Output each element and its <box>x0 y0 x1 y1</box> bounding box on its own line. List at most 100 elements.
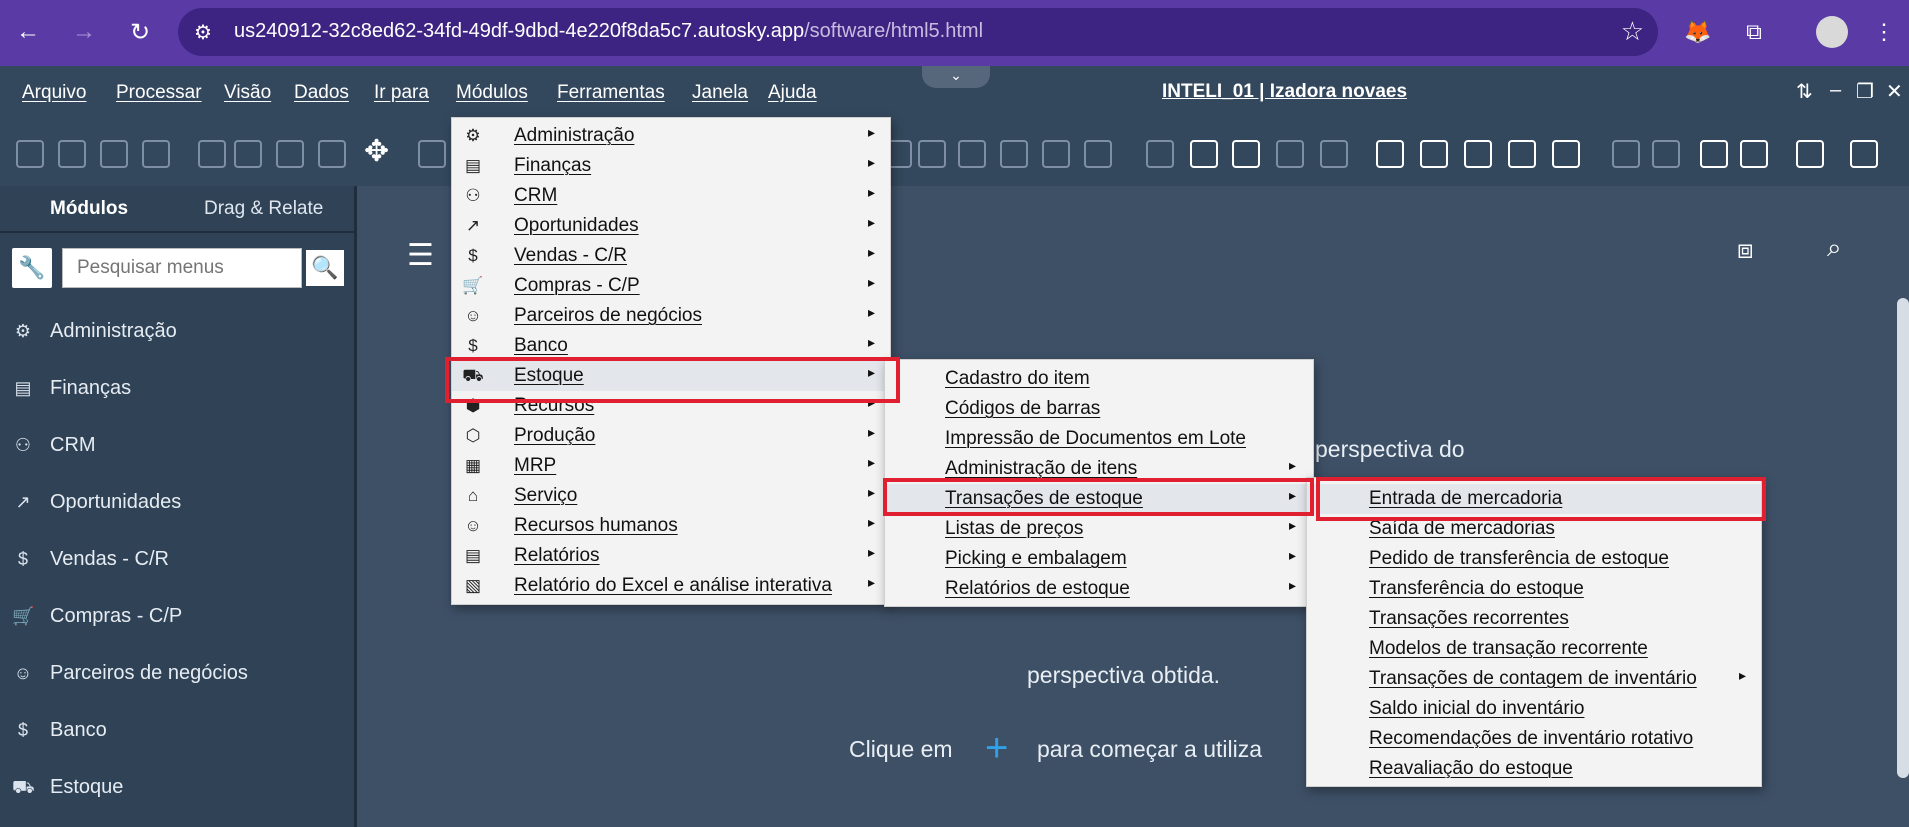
toolbar-globe-icon[interactable] <box>1796 140 1824 168</box>
menu-item-parceiros[interactable]: ☺ Parceiros de negócios ▸ <box>452 301 890 331</box>
menu-item-producao[interactable]: ⬡ Produção ▸ <box>452 421 890 451</box>
nav-item-administracao[interactable]: ⚙ Administração <box>0 308 357 358</box>
address-bar[interactable]: ⚙ us240912-32c8ed62-34fd-49df-9dbd-4e220… <box>178 8 1658 56</box>
site-info-icon[interactable]: ⚙ <box>194 20 212 45</box>
move-arrows-icon[interactable]: ✥ <box>364 134 389 169</box>
collapse-grip-icon[interactable]: ⌄ <box>922 66 990 88</box>
menu-item-recomendacoes-rotativo[interactable]: Recomendações de inventário rotativo <box>1307 724 1761 754</box>
toolbar-grid-icon[interactable] <box>1652 140 1680 168</box>
nav-item-estoque[interactable]: ⛟ Estoque <box>0 764 357 814</box>
menu-item-relatorios[interactable]: ▤ Relatórios ▸ <box>452 541 890 571</box>
menu-item-saldo-inicial[interactable]: Saldo inicial do inventário <box>1307 694 1761 724</box>
search-menus-input[interactable] <box>62 248 302 288</box>
browser-menu-icon[interactable]: ⋮ <box>1866 14 1902 50</box>
menu-ferramentas[interactable]: Ferramentas <box>557 82 665 104</box>
toolbar-calculator-icon[interactable] <box>1464 140 1492 168</box>
menu-item-oportunidades[interactable]: ↗ Oportunidades ▸ <box>452 211 890 241</box>
menu-item-reavaliacao[interactable]: Reavaliação do estoque <box>1307 754 1761 784</box>
toolbar-dollar-icon[interactable] <box>958 140 986 168</box>
profile-avatar[interactable] <box>1816 16 1848 48</box>
menu-item-administracao[interactable]: ⚙ Administração ▸ <box>452 121 890 151</box>
toolbar-pdf-icon[interactable] <box>318 140 346 168</box>
toolbar-chart-icon[interactable] <box>1700 140 1728 168</box>
scrollbar[interactable] <box>1897 298 1909 778</box>
menu-janela[interactable]: Janela <box>692 82 748 104</box>
toolbar-invoice-icon[interactable] <box>1042 140 1070 168</box>
menu-ir-para[interactable]: Ir para <box>374 82 429 104</box>
menu-item-transferencia-estoque[interactable]: Transferência do estoque <box>1307 574 1761 604</box>
toolbar-reply-icon[interactable] <box>1320 140 1348 168</box>
hamburger-menu-icon[interactable]: ☰ <box>407 238 434 273</box>
menu-item-vendas[interactable]: $ Vendas - C/R ▸ <box>452 241 890 271</box>
toolbar-refresh-icon[interactable] <box>1612 140 1640 168</box>
reload-icon[interactable]: ↻ <box>122 14 158 50</box>
menu-item-servico[interactable]: ⌂ Serviço ▸ <box>452 481 890 511</box>
extensions-puzzle-icon[interactable]: ⧉ <box>1736 14 1772 50</box>
menu-item-modelos-transacao[interactable]: Modelos de transação recorrente <box>1307 634 1761 664</box>
toolbar-user-icon[interactable] <box>1552 140 1580 168</box>
menu-item-pedido-transferencia[interactable]: Pedido de transferência de estoque <box>1307 544 1761 574</box>
menu-item-cadastro-item[interactable]: Cadastro do item <box>885 364 1313 394</box>
menu-item-picking[interactable]: Picking e embalagem ▸ <box>885 544 1313 574</box>
menu-item-financas[interactable]: ▤ Finanças ▸ <box>452 151 890 181</box>
nav-item-financas[interactable]: ▤ Finanças <box>0 365 357 415</box>
menu-item-crm[interactable]: ⚇ CRM ▸ <box>452 181 890 211</box>
menu-modulos[interactable]: Módulos <box>456 82 528 104</box>
menu-item-rh[interactable]: ☺ Recursos humanos ▸ <box>452 511 890 541</box>
toolbar-excel-icon[interactable] <box>234 140 262 168</box>
bookmark-star-icon[interactable]: ☆ <box>1621 16 1644 47</box>
nav-item-crm[interactable]: ⚇ CRM <box>0 422 357 472</box>
close-icon[interactable]: ✕ <box>1886 79 1903 104</box>
menu-item-listas-precos[interactable]: Listas de preços ▸ <box>885 514 1313 544</box>
plus-icon[interactable]: + <box>985 726 1008 771</box>
toolbar-form-icon[interactable] <box>1232 140 1260 168</box>
nav-item-banco[interactable]: $ Banco <box>0 707 357 757</box>
wrench-icon[interactable]: 🔧 <box>12 248 52 288</box>
nav-item-oportunidades[interactable]: ↗ Oportunidades <box>0 479 357 529</box>
menu-item-mrp[interactable]: ▦ MRP ▸ <box>452 451 890 481</box>
toolbar-balance-icon[interactable] <box>1000 140 1028 168</box>
search-icon[interactable]: ⌕ <box>1827 232 1842 264</box>
minimize-icon[interactable]: – <box>1830 79 1841 102</box>
tab-modulos[interactable]: Módulos <box>50 198 128 220</box>
search-icon[interactable]: 🔍 <box>304 248 346 288</box>
menu-processar[interactable]: Processar <box>116 82 202 104</box>
company-user-title[interactable]: INTELI_01 | Izadora novaes <box>1162 81 1407 103</box>
menu-item-relatorios-estoque[interactable]: Relatórios de estoque ▸ <box>885 574 1313 604</box>
forward-arrow-icon[interactable]: → <box>66 14 102 50</box>
open-box-icon[interactable]: ⧈ <box>1737 234 1754 266</box>
nav-item-parceiros[interactable]: ☺ Parceiros de negócios <box>0 650 357 700</box>
toolbar-find-icon[interactable] <box>1084 140 1112 168</box>
toolbar-hierarchy-icon[interactable] <box>1508 140 1536 168</box>
toolbar-search-doc-icon[interactable] <box>16 140 44 168</box>
menu-ajuda[interactable]: Ajuda <box>768 82 817 104</box>
toolbar-settings-doc-icon[interactable] <box>1190 140 1218 168</box>
toolbar-email-icon[interactable] <box>142 140 170 168</box>
menu-dados[interactable]: Dados <box>294 82 349 104</box>
menu-arquivo[interactable]: Arquivo <box>22 82 86 104</box>
menu-item-transacoes-recorrentes[interactable]: Transações recorrentes <box>1307 604 1761 634</box>
menu-item-impressao-lote[interactable]: Impressão de Documentos em Lote <box>885 424 1313 454</box>
metamask-fox-icon[interactable]: 🦊 <box>1680 14 1716 50</box>
menu-item-excel[interactable]: ▧ Relatório do Excel e análise interativa… <box>452 571 890 601</box>
tab-drag-relate[interactable]: Drag & Relate <box>204 198 323 220</box>
toolbar-analytics-icon[interactable] <box>1740 140 1768 168</box>
toolbar-check-doc-icon[interactable] <box>1376 140 1404 168</box>
toolbar-help-icon[interactable] <box>1850 140 1878 168</box>
toolbar-message-icon[interactable] <box>1276 140 1304 168</box>
toolbar-word-icon[interactable] <box>276 140 304 168</box>
menu-visao[interactable]: Visão <box>224 82 271 104</box>
toolbar-payment-icon[interactable] <box>918 140 946 168</box>
menu-item-compras[interactable]: 🛒 Compras - C/P ▸ <box>452 271 890 301</box>
menu-item-contagem-inventario[interactable]: Transações de contagem de inventário ▸ <box>1307 664 1761 694</box>
menu-item-codigos-barras[interactable]: Códigos de barras <box>885 394 1313 424</box>
toolbar-alert-doc-icon[interactable] <box>1420 140 1448 168</box>
toolbar-edit-icon[interactable] <box>1146 140 1174 168</box>
toolbar-binoculars-icon[interactable] <box>418 140 446 168</box>
url-text[interactable]: us240912-32c8ed62-34fd-49df-9dbd-4e220f8… <box>234 20 983 43</box>
restore-icon[interactable]: ❐ <box>1856 79 1874 104</box>
toolbar-print-icon[interactable] <box>58 140 86 168</box>
toolbar-preview-icon[interactable] <box>100 140 128 168</box>
resize-icon[interactable]: ⇅ <box>1796 79 1813 104</box>
back-arrow-icon[interactable]: ← <box>10 14 46 50</box>
